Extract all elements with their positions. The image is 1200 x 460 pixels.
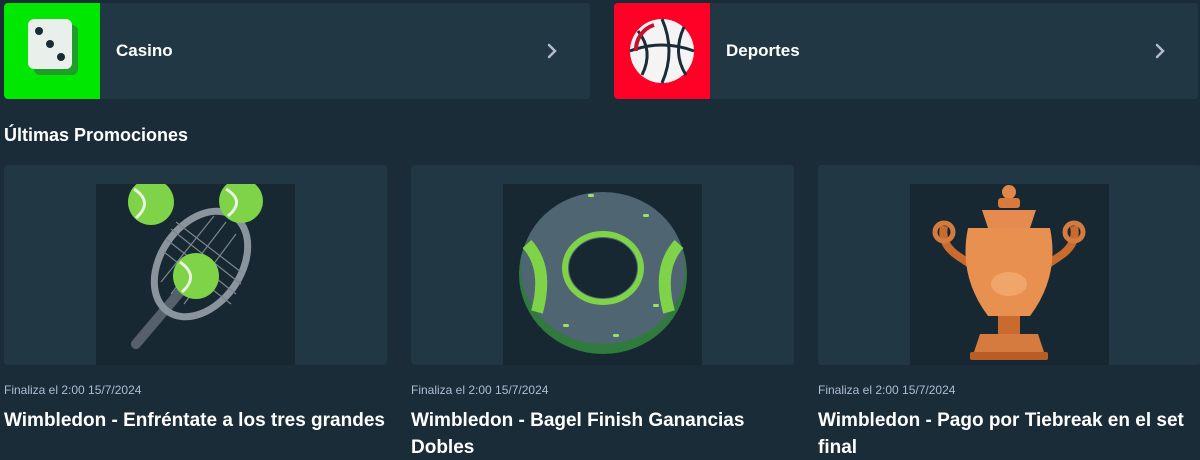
promotion-card[interactable]: Finaliza el 2:00 15/7/2024 Wimbledon - B… [411, 165, 794, 460]
bagel-tennis-ball-icon [519, 192, 687, 354]
promotion-card[interactable]: Finaliza el 2:00 15/7/2024 Wimbledon - P… [818, 165, 1200, 460]
trophy-icon [932, 185, 1086, 360]
promotion-end-date: Finaliza el 2:00 15/7/2024 [818, 383, 956, 397]
promotion-end-date: Finaliza el 2:00 15/7/2024 [411, 383, 549, 397]
promotion-title[interactable]: Wimbledon - Bagel Finish Ganancias Doble… [411, 407, 794, 460]
promotion-title[interactable]: Wimbledon - Pago por Tiebreak en el set … [818, 407, 1200, 460]
category-card-deportes[interactable]: Deportes [614, 3, 1198, 99]
promotion-image[interactable] [411, 165, 794, 365]
promotion-end-date: Finaliza el 2:00 15/7/2024 [4, 383, 142, 397]
promotion-card[interactable]: Finaliza el 2:00 15/7/2024 Wimbledon - E… [4, 165, 387, 434]
category-label: Deportes [726, 41, 800, 60]
chevron-right-icon [532, 43, 572, 59]
chevron-right-icon [1140, 43, 1180, 59]
dice-icon [4, 3, 100, 99]
promotion-title[interactable]: Wimbledon - Enfréntate a los tres grande… [4, 407, 387, 434]
category-label: Casino [116, 41, 173, 60]
promotion-image[interactable] [818, 165, 1200, 365]
section-title: Últimas Promociones [4, 125, 189, 145]
category-card-casino[interactable]: Casino [4, 3, 590, 99]
basketball-icon [614, 3, 710, 99]
promotion-image[interactable] [4, 165, 387, 365]
tennis-racket-icon [128, 184, 263, 349]
